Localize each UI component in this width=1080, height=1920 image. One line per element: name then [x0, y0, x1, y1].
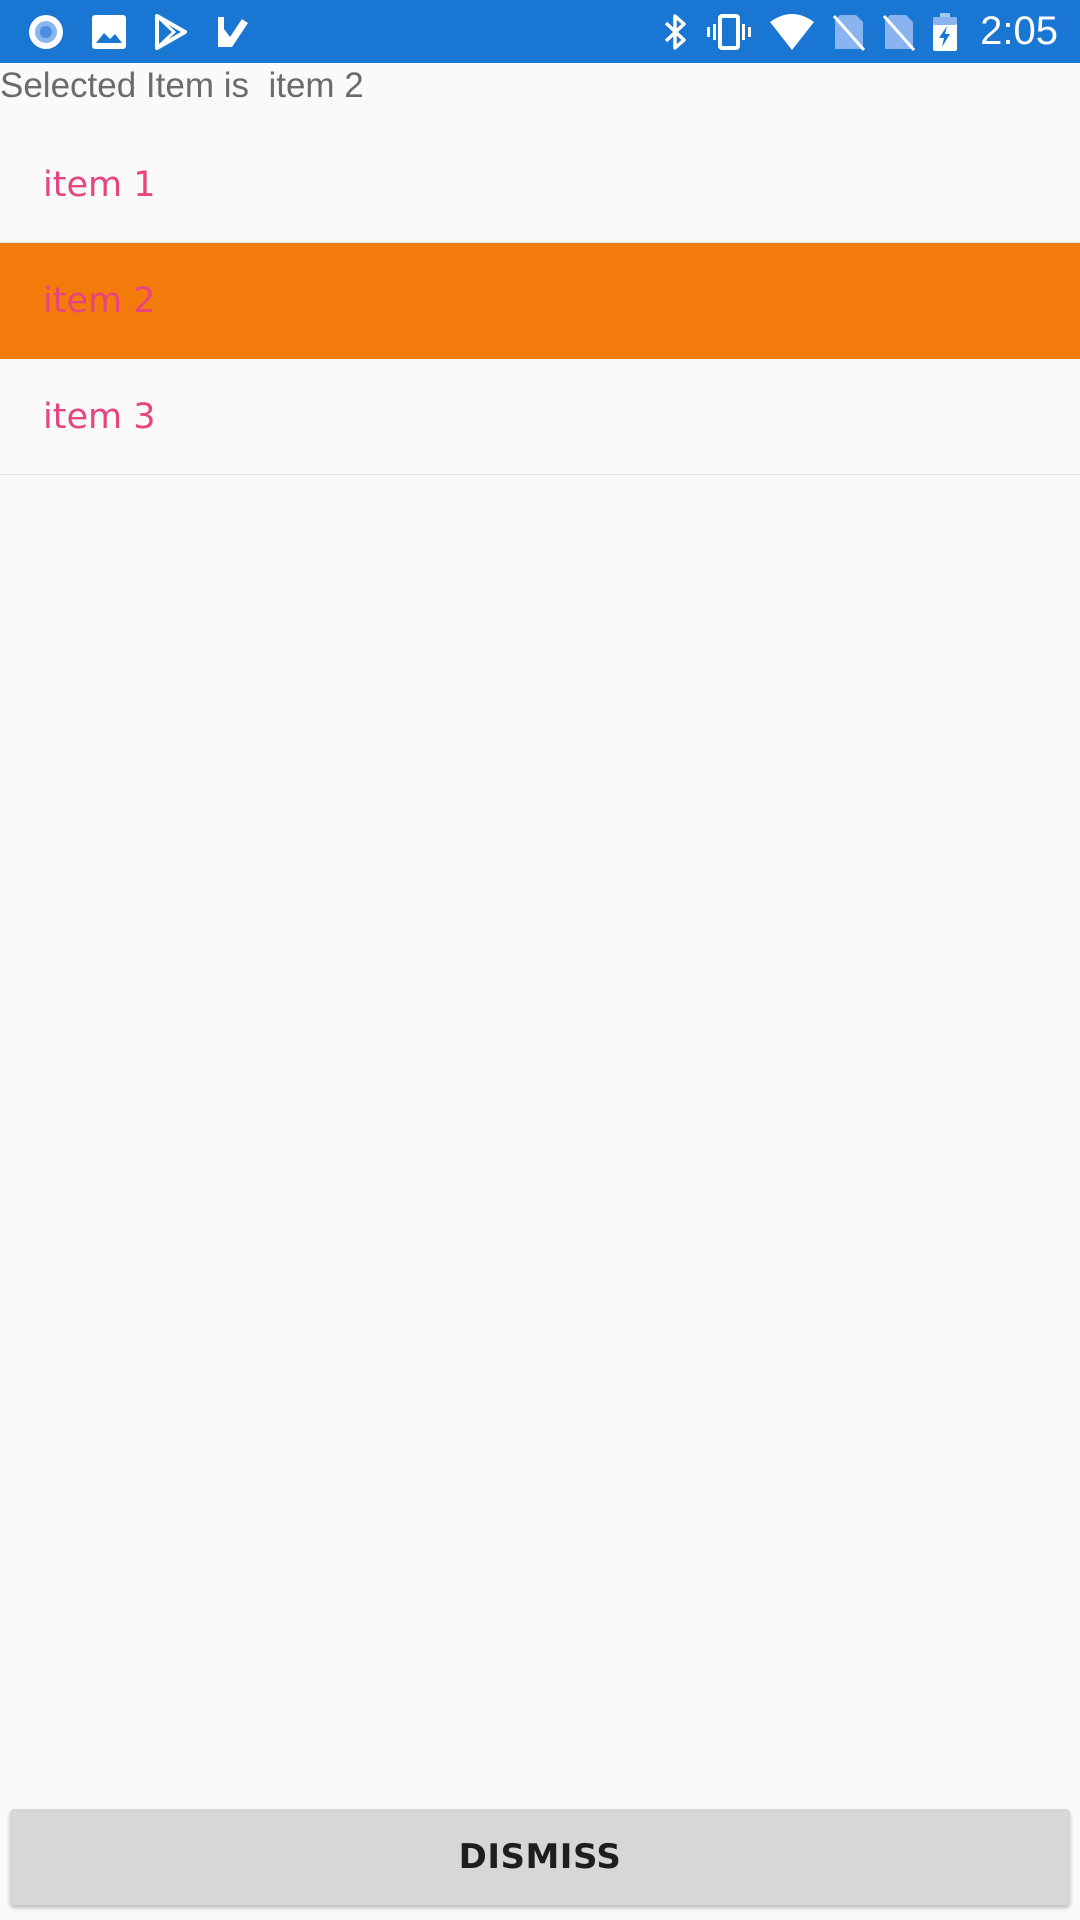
list-item-label: item 2 — [43, 280, 156, 321]
dismiss-button[interactable]: DISMISS — [10, 1809, 1070, 1905]
tasks-icon — [214, 13, 252, 51]
list-item-label: item 1 — [43, 164, 156, 205]
record-icon — [26, 12, 66, 52]
list-item-3[interactable]: item 3 — [0, 359, 1080, 475]
wifi-icon — [768, 12, 816, 52]
status-bar: 2:05 — [0, 0, 1080, 63]
status-clock: 2:05 — [980, 9, 1058, 53]
battery-charging-icon — [932, 12, 958, 52]
list-item-1[interactable]: item 1 — [0, 127, 1080, 243]
image-icon — [90, 13, 128, 51]
no-sim-icon — [882, 12, 916, 52]
no-sim-icon — [832, 12, 866, 52]
play-store-icon — [152, 13, 190, 51]
list-item-2[interactable]: item 2 — [0, 243, 1080, 359]
vibrate-icon — [706, 12, 752, 52]
bluetooth-icon — [662, 12, 690, 52]
selected-item-text: Selected Item is item 2 — [0, 66, 364, 105]
system-icons: 2:05 — [662, 0, 1058, 63]
notification-icons — [26, 0, 252, 63]
list-item-label: item 3 — [43, 396, 156, 437]
item-list: item 1 item 2 item 3 — [0, 127, 1080, 475]
